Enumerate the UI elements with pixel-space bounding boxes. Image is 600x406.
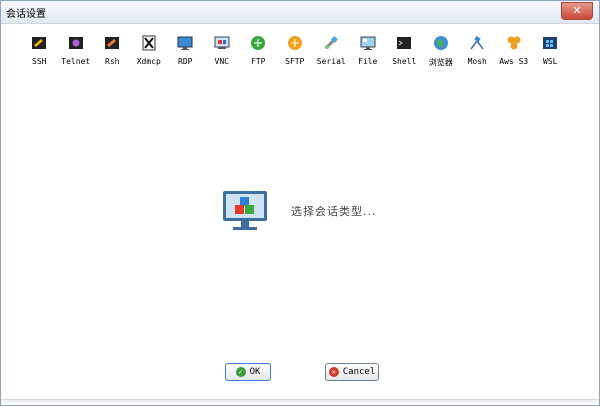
status-strip	[1, 399, 599, 403]
session-type-vnc[interactable]: VNC	[204, 35, 241, 75]
session-type-rsh[interactable]: Rsh	[94, 35, 131, 75]
serial-icon	[325, 35, 339, 50]
tool-label: 浏览器	[428, 58, 453, 67]
session-type-sftp[interactable]: SFTP	[277, 35, 314, 75]
tool-label: Shell	[392, 57, 417, 66]
rsh-icon	[105, 37, 120, 49]
shell-icon	[397, 37, 412, 49]
sftp-icon	[287, 36, 302, 50]
aws-s3-icon	[507, 36, 521, 50]
tool-label: SFTP	[285, 57, 305, 66]
vnc-icon	[214, 36, 230, 49]
cancel-icon: ✕	[328, 367, 339, 377]
check-icon: ✓	[235, 367, 246, 377]
tool-label: FTP	[251, 57, 266, 66]
tool-label: Aws S3	[499, 57, 529, 66]
tool-label: File	[358, 57, 378, 66]
ok-label: OK	[249, 367, 261, 377]
session-type-rdp[interactable]: RDP	[167, 35, 204, 75]
tool-label: RDP	[178, 57, 193, 66]
session-type-hint: 选择会话类型...	[291, 205, 377, 218]
session-type-serial[interactable]: Serial	[313, 35, 350, 75]
ok-button[interactable]: ✓ OK	[225, 363, 271, 381]
session-type-ssh[interactable]: SSH	[21, 35, 58, 75]
ftp-icon	[251, 36, 266, 50]
monitor-cubes-icon	[223, 191, 267, 230]
session-type-toolbar: SSH Telnet Rsh Xdmcp RDP VNC FTP SFTP Se…	[21, 35, 569, 75]
tool-label: SSH	[32, 57, 47, 66]
tool-label: Rsh	[105, 57, 120, 66]
xdmcp-icon	[142, 35, 156, 51]
title-bar: 会话设置 ✕	[1, 1, 599, 24]
session-type-telnet[interactable]: Telnet	[58, 35, 95, 75]
session-type-aws-s3[interactable]: Aws S3	[496, 35, 533, 75]
tool-label: Telnet	[61, 57, 91, 66]
tool-label: VNC	[214, 57, 229, 66]
tool-label: WSL	[543, 57, 558, 66]
close-button[interactable]: ✕	[561, 2, 593, 20]
tool-label: Serial	[316, 57, 346, 66]
tool-label: Mosh	[467, 57, 487, 66]
cancel-button[interactable]: ✕ Cancel	[325, 363, 379, 381]
session-type-shell[interactable]: Shell	[386, 35, 423, 75]
tool-label: Xdmcp	[136, 57, 161, 66]
window-title: 会话设置	[6, 9, 46, 20]
session-type-wsl[interactable]: WSL	[532, 35, 569, 75]
cancel-label: Cancel	[342, 367, 376, 377]
file-icon	[360, 36, 376, 50]
rdp-icon	[177, 36, 193, 50]
session-type-browser[interactable]: 浏览器	[423, 35, 460, 75]
ssh-icon	[32, 37, 47, 49]
session-type-xdmcp[interactable]: Xdmcp	[131, 35, 168, 75]
mosh-icon	[470, 36, 484, 50]
session-settings-dialog: 会话设置 ✕ SSH Telnet Rsh Xdmcp RDP VNC FTP …	[0, 0, 600, 406]
session-type-ftp[interactable]: FTP	[240, 35, 277, 75]
session-type-mosh[interactable]: Mosh	[459, 35, 496, 75]
empty-state: 选择会话类型...	[221, 189, 377, 233]
telnet-icon	[68, 37, 83, 49]
session-type-file[interactable]: File	[350, 35, 387, 75]
browser-icon	[433, 36, 448, 50]
wsl-icon	[543, 37, 558, 49]
